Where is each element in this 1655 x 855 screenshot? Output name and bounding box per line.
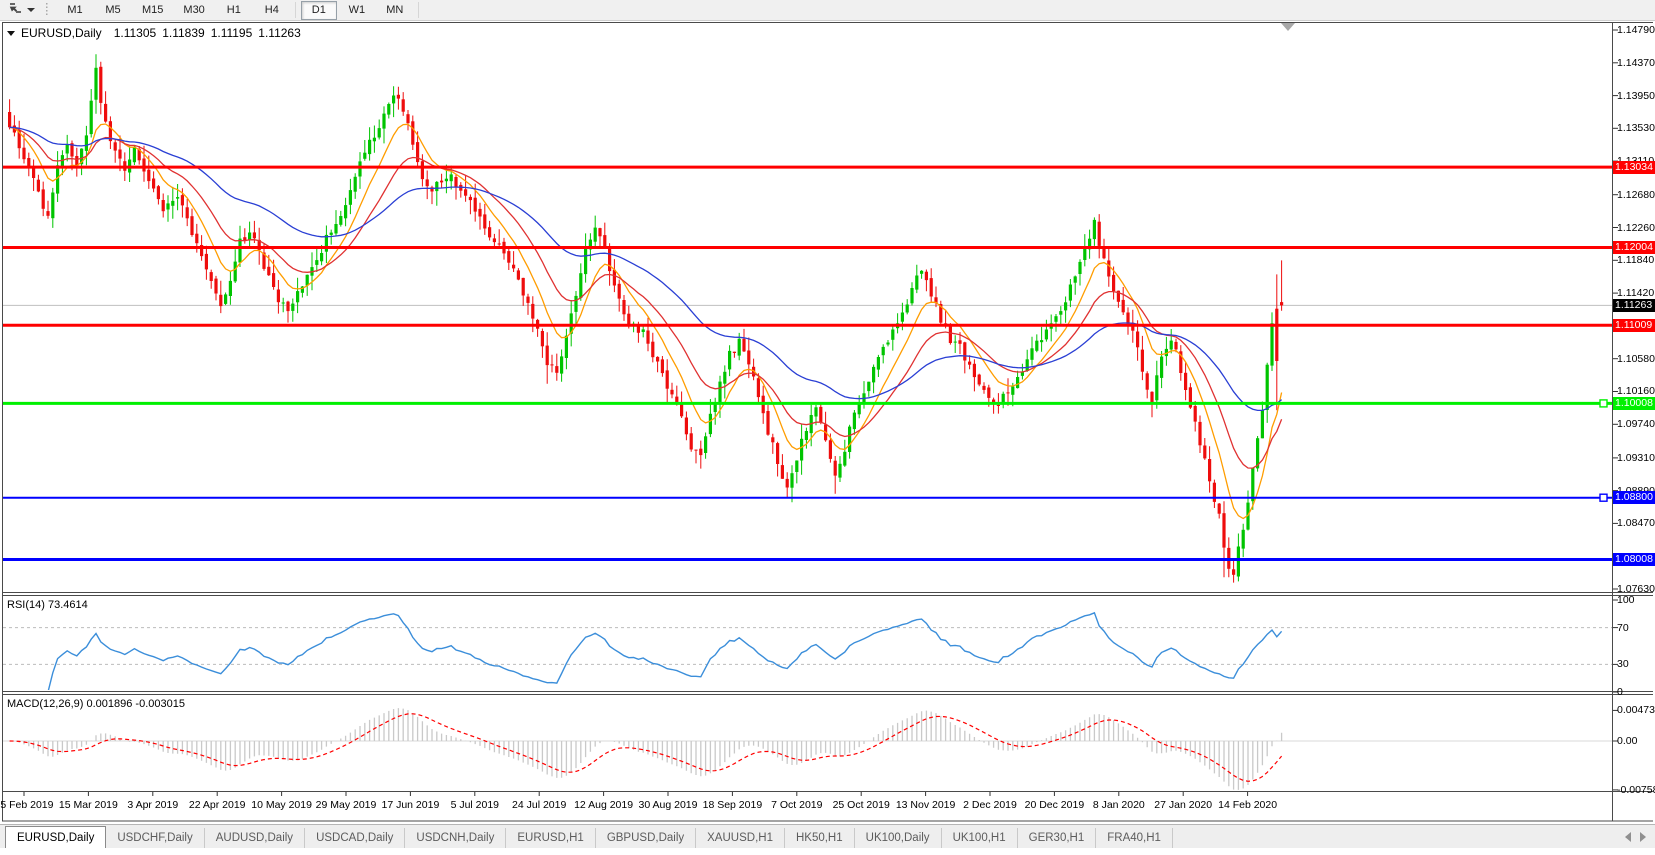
toolbar-grip xyxy=(45,3,49,17)
tab-bar-spacer xyxy=(1173,828,1625,848)
ohlc-high: 1.11839 xyxy=(162,26,205,40)
timeframe-button-m1[interactable]: M1 xyxy=(57,1,93,20)
dropdown-caret-icon xyxy=(27,8,35,12)
tab-audusd-daily[interactable]: AUDUSD,Daily xyxy=(205,828,305,848)
chart-canvas[interactable] xyxy=(0,0,1655,850)
timeframe-button-m15[interactable]: M15 xyxy=(133,1,172,20)
tab-usdcad-daily[interactable]: USDCAD,Daily xyxy=(305,828,405,848)
ohlc-low: 1.11195 xyxy=(211,26,253,40)
timeframe-buttons: M1 M5 M15 M30 H1 H4 D1 W1 MN xyxy=(56,0,423,20)
symbol-tab-bar: EURUSD,Daily USDCHF,Daily AUDUSD,Daily U… xyxy=(0,824,1655,848)
ohlc-close: 1.11263 xyxy=(258,26,301,40)
tab-fra40-h1[interactable]: FRA40,H1 xyxy=(1096,828,1173,848)
rsi-panel-label: RSI(14) 73.4614 xyxy=(7,599,88,611)
tab-usdchf-daily[interactable]: USDCHF,Daily xyxy=(106,828,204,848)
toolbar-separator xyxy=(418,2,419,18)
tab-uk100-h1[interactable]: UK100,H1 xyxy=(942,828,1018,848)
tab-ger30-h1[interactable]: GER30,H1 xyxy=(1018,828,1097,848)
chart-periods-button[interactable] xyxy=(4,1,39,19)
tab-gbpusd-daily[interactable]: GBPUSD,Daily xyxy=(596,828,696,848)
tab-xauusd-h1[interactable]: XAUUSD,H1 xyxy=(696,828,785,848)
macd-panel-label: MACD(12,26,9) 0.001896 -0.003015 xyxy=(7,698,185,710)
chart-symbol-label: EURUSD,Daily xyxy=(21,26,102,40)
collapse-caret-icon[interactable] xyxy=(7,31,15,36)
chart-title: EURUSD,Daily 1.11305 1.11839 1.11195 1.1… xyxy=(7,26,301,40)
tab-uk100-daily[interactable]: UK100,Daily xyxy=(855,828,942,848)
chart-periods-icon xyxy=(8,1,23,20)
timeframe-button-m30[interactable]: M30 xyxy=(174,1,213,20)
timeframe-button-h1[interactable]: H1 xyxy=(216,1,252,20)
timeframe-button-m5[interactable]: M5 xyxy=(95,1,131,20)
toolbar-separator xyxy=(295,2,296,18)
ohlc-open: 1.11305 xyxy=(114,26,157,40)
tabs-scroll-right-icon[interactable] xyxy=(1640,832,1646,842)
timeframe-button-w1[interactable]: W1 xyxy=(339,1,375,20)
tab-eurusd-h1[interactable]: EURUSD,H1 xyxy=(506,828,595,848)
tabs-scroll-left-icon[interactable] xyxy=(1625,832,1631,842)
timeframe-button-d1[interactable]: D1 xyxy=(301,1,337,20)
tab-usdcnh-daily[interactable]: USDCNH,Daily xyxy=(405,828,506,848)
timeframe-button-mn[interactable]: MN xyxy=(377,1,413,20)
tab-hk50-h1[interactable]: HK50,H1 xyxy=(785,828,855,848)
timeframe-toolbar: M1 M5 M15 M30 H1 H4 D1 W1 MN xyxy=(0,0,1655,21)
tab-eurusd-daily[interactable]: EURUSD,Daily xyxy=(5,826,106,848)
timeframe-button-h4[interactable]: H4 xyxy=(254,1,290,20)
